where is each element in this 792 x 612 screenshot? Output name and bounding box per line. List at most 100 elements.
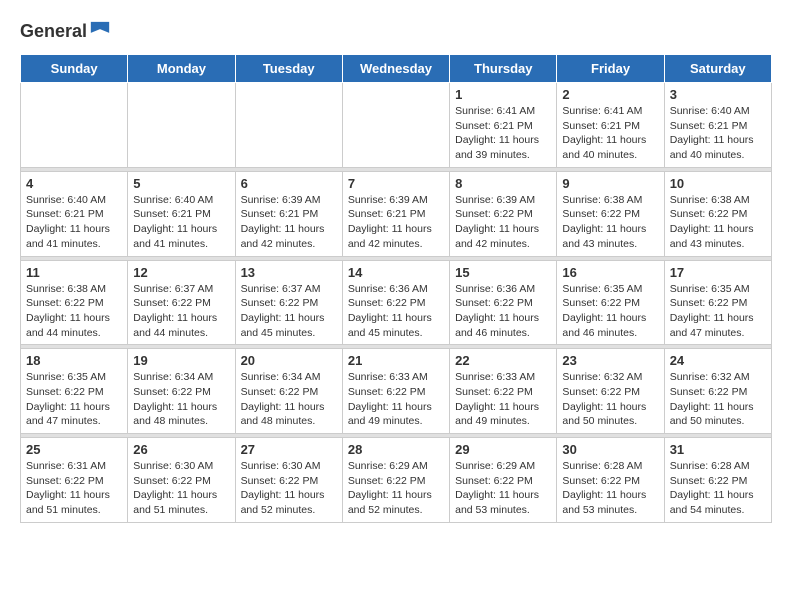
calendar-cell: 14Sunrise: 6:36 AM Sunset: 6:22 PM Dayli… [342,260,449,345]
calendar-cell: 16 Sunrise: 6:35 AM Sunset: 6:22 PM Dayli… [557,260,664,345]
day-info: Sunrise: 6:30 AM Sunset: 6:22 PM Dayligh… [241,459,337,518]
calendar-cell: 27 Sunrise: 6:30 AM Sunset: 6:22 PM Dayli… [235,438,342,523]
calendar-cell: 5 Sunrise: 6:40 AM Sunset: 6:21 PM Daylig… [128,171,235,256]
day-info: Sunrise: 6:34 AM Sunset: 6:22 PM Dayligh… [241,370,337,429]
calendar-cell: 28Sunrise: 6:29 AM Sunset: 6:22 PM Dayli… [342,438,449,523]
day-number: 10 [670,176,766,191]
calendar-cell: 25 Sunrise: 6:31 AM Sunset: 6:22 PM Dayli… [21,438,128,523]
day-info: Sunrise: 6:41 AM Sunset: 6:21 PM Dayligh… [455,104,551,163]
logo-icon [89,20,111,42]
day-info: Sunrise: 6:28 AM Sunset: 6:22 PM Dayligh… [562,459,658,518]
day-info: Sunrise: 6:39 AM Sunset: 6:22 PM Dayligh… [455,193,551,252]
day-number: 18 [26,353,122,368]
calendar-header-friday: Friday [557,55,664,83]
calendar-cell: 8 Sunrise: 6:39 AM Sunset: 6:22 PM Daylig… [450,171,557,256]
day-info: Sunrise: 6:38 AM Sunset: 6:22 PM Dayligh… [670,193,766,252]
day-number: 29 [455,442,551,457]
day-info: Sunrise: 6:36 AM Sunset: 6:22 PM Dayligh… [455,282,551,341]
calendar-header-sunday: Sunday [21,55,128,83]
day-info: Sunrise: 6:40 AM Sunset: 6:21 PM Dayligh… [133,193,229,252]
day-info: Sunrise: 6:35 AM Sunset: 6:22 PM Dayligh… [670,282,766,341]
calendar-week-row: 18Sunrise: 6:35 AM Sunset: 6:22 PM Dayli… [21,349,772,434]
day-number: 23 [562,353,658,368]
calendar-cell: 21 Sunrise: 6:33 AM Sunset: 6:22 PM Dayli… [342,349,449,434]
day-number: 16 [562,265,658,280]
calendar-header-row: SundayMondayTuesdayWednesdayThursdayFrid… [21,55,772,83]
day-info: Sunrise: 6:32 AM Sunset: 6:22 PM Dayligh… [562,370,658,429]
calendar-week-row: 1 Sunrise: 6:41 AM Sunset: 6:21 PM Daylig… [21,83,772,168]
day-info: Sunrise: 6:29 AM Sunset: 6:22 PM Dayligh… [348,459,444,518]
logo-text: General [20,20,111,42]
day-info: Sunrise: 6:37 AM Sunset: 6:22 PM Dayligh… [133,282,229,341]
day-info: Sunrise: 6:33 AM Sunset: 6:22 PM Dayligh… [348,370,444,429]
calendar-header-tuesday: Tuesday [235,55,342,83]
day-info: Sunrise: 6:36 AM Sunset: 6:22 PM Dayligh… [348,282,444,341]
calendar-cell: 30 Sunrise: 6:28 AM Sunset: 6:22 PM Dayli… [557,438,664,523]
day-info: Sunrise: 6:40 AM Sunset: 6:21 PM Dayligh… [670,104,766,163]
calendar-cell: 29 Sunrise: 6:29 AM Sunset: 6:22 PM Dayli… [450,438,557,523]
calendar-cell [235,83,342,168]
day-number: 6 [241,176,337,191]
calendar: SundayMondayTuesdayWednesdayThursdayFrid… [20,54,772,523]
day-number: 26 [133,442,229,457]
day-info: Sunrise: 6:39 AM Sunset: 6:21 PM Dayligh… [348,193,444,252]
day-number: 17 [670,265,766,280]
calendar-cell: 24 Sunrise: 6:32 AM Sunset: 6:22 PM Dayli… [664,349,771,434]
page-header: General [20,20,772,38]
calendar-week-row: 25 Sunrise: 6:31 AM Sunset: 6:22 PM Dayli… [21,438,772,523]
day-number: 19 [133,353,229,368]
day-number: 22 [455,353,551,368]
calendar-cell: 19 Sunrise: 6:34 AM Sunset: 6:22 PM Dayli… [128,349,235,434]
day-number: 7 [348,176,444,191]
day-number: 5 [133,176,229,191]
day-info: Sunrise: 6:29 AM Sunset: 6:22 PM Dayligh… [455,459,551,518]
calendar-cell: 10 Sunrise: 6:38 AM Sunset: 6:22 PM Dayli… [664,171,771,256]
calendar-cell [21,83,128,168]
calendar-cell: 1 Sunrise: 6:41 AM Sunset: 6:21 PM Daylig… [450,83,557,168]
calendar-cell: 11Sunrise: 6:38 AM Sunset: 6:22 PM Dayli… [21,260,128,345]
calendar-header-wednesday: Wednesday [342,55,449,83]
day-number: 21 [348,353,444,368]
calendar-header-thursday: Thursday [450,55,557,83]
day-info: Sunrise: 6:41 AM Sunset: 6:21 PM Dayligh… [562,104,658,163]
calendar-cell: 23 Sunrise: 6:32 AM Sunset: 6:22 PM Dayli… [557,349,664,434]
logo: General [20,20,111,38]
day-info: Sunrise: 6:31 AM Sunset: 6:22 PM Dayligh… [26,459,122,518]
day-number: 8 [455,176,551,191]
day-number: 27 [241,442,337,457]
day-info: Sunrise: 6:30 AM Sunset: 6:22 PM Dayligh… [133,459,229,518]
calendar-week-row: 4 Sunrise: 6:40 AM Sunset: 6:21 PM Daylig… [21,171,772,256]
day-info: Sunrise: 6:28 AM Sunset: 6:22 PM Dayligh… [670,459,766,518]
day-number: 24 [670,353,766,368]
day-number: 31 [670,442,766,457]
calendar-cell: 31 Sunrise: 6:28 AM Sunset: 6:22 PM Dayli… [664,438,771,523]
day-info: Sunrise: 6:34 AM Sunset: 6:22 PM Dayligh… [133,370,229,429]
day-info: Sunrise: 6:33 AM Sunset: 6:22 PM Dayligh… [455,370,551,429]
calendar-cell: 7 Sunrise: 6:39 AM Sunset: 6:21 PM Daylig… [342,171,449,256]
calendar-header-saturday: Saturday [664,55,771,83]
day-number: 25 [26,442,122,457]
calendar-cell: 20 Sunrise: 6:34 AM Sunset: 6:22 PM Dayli… [235,349,342,434]
day-number: 30 [562,442,658,457]
calendar-cell [128,83,235,168]
calendar-cell: 22 Sunrise: 6:33 AM Sunset: 6:22 PM Dayli… [450,349,557,434]
logo-general: General [20,21,87,42]
day-number: 1 [455,87,551,102]
calendar-cell: 2 Sunrise: 6:41 AM Sunset: 6:21 PM Daylig… [557,83,664,168]
calendar-cell: 18Sunrise: 6:35 AM Sunset: 6:22 PM Dayli… [21,349,128,434]
day-number: 4 [26,176,122,191]
calendar-cell: 13Sunrise: 6:37 AM Sunset: 6:22 PM Dayli… [235,260,342,345]
day-number: 12 [133,265,229,280]
day-number: 2 [562,87,658,102]
day-info: Sunrise: 6:38 AM Sunset: 6:22 PM Dayligh… [26,282,122,341]
calendar-header-monday: Monday [128,55,235,83]
day-info: Sunrise: 6:32 AM Sunset: 6:22 PM Dayligh… [670,370,766,429]
calendar-cell: 6Sunrise: 6:39 AM Sunset: 6:21 PM Daylig… [235,171,342,256]
day-number: 13 [241,265,337,280]
day-info: Sunrise: 6:35 AM Sunset: 6:22 PM Dayligh… [562,282,658,341]
calendar-cell: 17 Sunrise: 6:35 AM Sunset: 6:22 PM Dayli… [664,260,771,345]
calendar-cell: 15 Sunrise: 6:36 AM Sunset: 6:22 PM Dayli… [450,260,557,345]
calendar-cell: 3Sunrise: 6:40 AM Sunset: 6:21 PM Daylig… [664,83,771,168]
day-number: 15 [455,265,551,280]
day-number: 20 [241,353,337,368]
